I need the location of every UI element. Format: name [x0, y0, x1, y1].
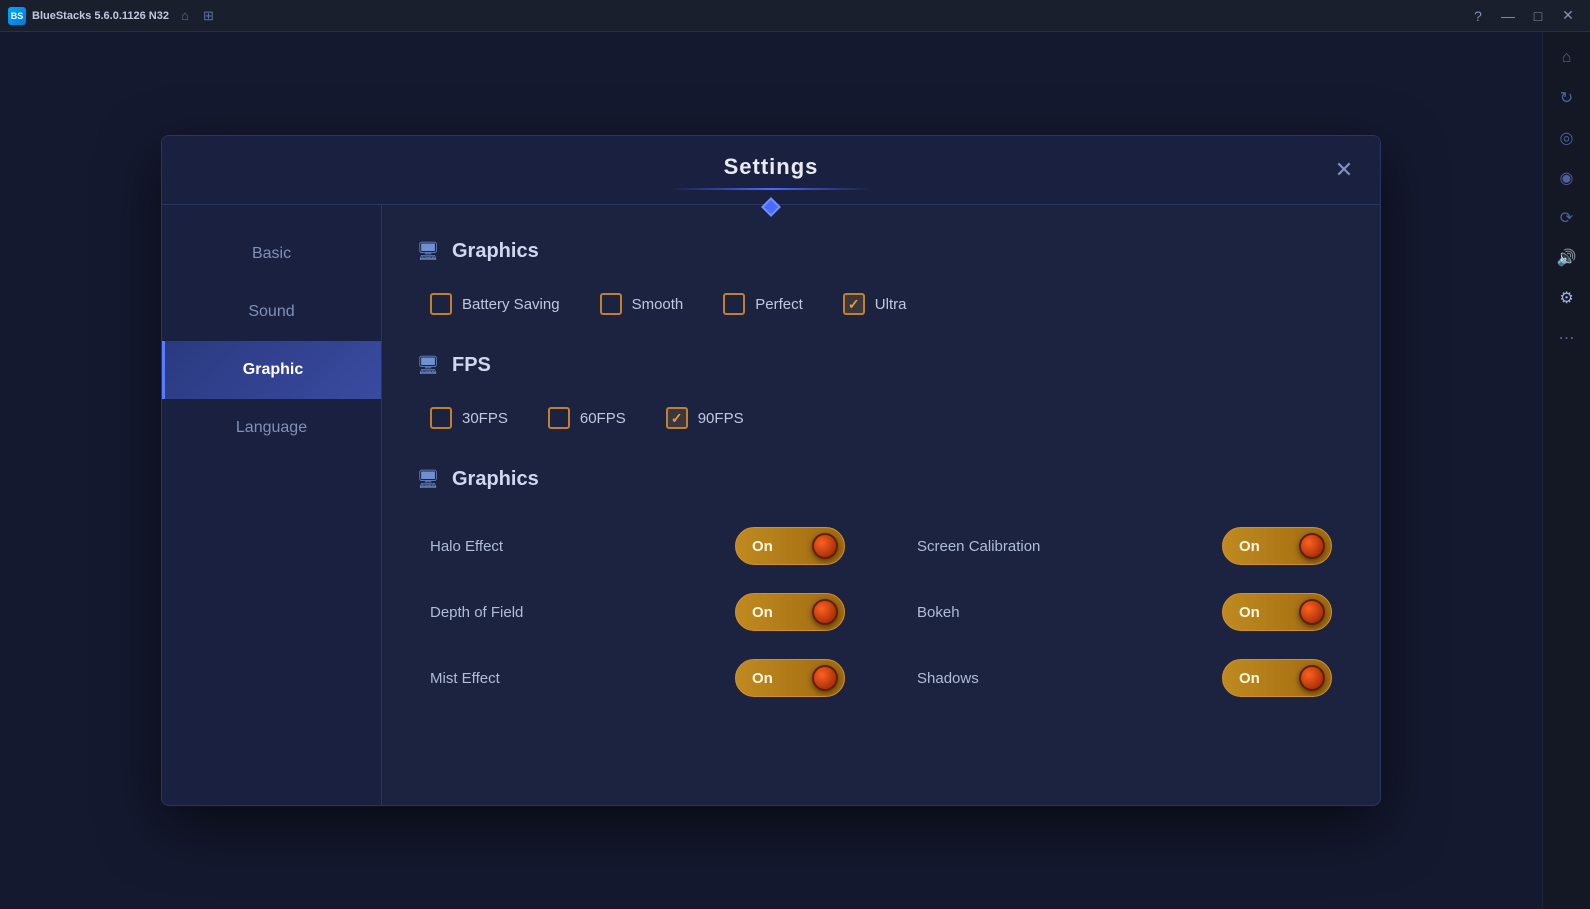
sidebar-more-icon[interactable]: ⋯ [1549, 320, 1585, 356]
fps-30-option[interactable]: 30FPS [430, 407, 508, 429]
taskbar: BS BlueStacks 5.6.0.1126 N32 ⌂ ⊞ ? — □ ✕ [0, 0, 1590, 32]
screen-calibration-row: Screen Calibration On [901, 513, 1348, 579]
halo-effect-toggle[interactable]: On [735, 527, 845, 565]
sidebar-volume-icon[interactable]: 🔊 [1549, 240, 1585, 276]
effects-toggles-grid: Halo Effect On Screen Calibration On [414, 513, 1348, 711]
fps-90-label: 90FPS [698, 410, 744, 427]
fps-options-row: 30FPS 60FPS 90FPS [414, 399, 1348, 437]
modal-header: Settings ✕ [162, 136, 1380, 205]
screen-calibration-toggle[interactable]: On [1222, 527, 1332, 565]
halo-effect-toggle-knob [812, 533, 838, 559]
effects-icon: 🖥 [414, 465, 442, 493]
settings-modal: Settings ✕ Basic Sound Graphic Language … [161, 135, 1381, 806]
bokeh-toggle-text: On [1239, 604, 1260, 621]
app-title: BlueStacks 5.6.0.1126 N32 [32, 10, 169, 22]
screen-calibration-toggle-text: On [1239, 538, 1260, 555]
modal-title: Settings [724, 154, 819, 179]
bluestacks-icon: BS [8, 7, 26, 25]
screen-calibration-toggle-knob [1299, 533, 1325, 559]
restore-button[interactable]: □ [1524, 2, 1552, 30]
modal-content: 🖥 Graphics Battery Saving Smooth Perfect [382, 205, 1380, 805]
halo-effect-label: Halo Effect [430, 538, 503, 555]
modal-nav: Basic Sound Graphic Language [162, 205, 382, 805]
fps-60-checkbox[interactable] [548, 407, 570, 429]
graphics-section-header: 🖥 Graphics [414, 237, 1348, 265]
mist-effect-toggle-text: On [752, 670, 773, 687]
sidebar-settings-icon[interactable]: ⚙ [1549, 280, 1585, 316]
ultra-option[interactable]: Ultra [843, 293, 907, 315]
window-controls: ? — □ ✕ [1464, 2, 1582, 30]
minimize-button[interactable]: — [1494, 2, 1522, 30]
shadows-row: Shadows On [901, 645, 1348, 711]
mist-effect-label: Mist Effect [430, 670, 500, 687]
header-line [671, 188, 871, 190]
right-sidebar: ⌂ ↻ ◎ ◉ ⟳ 🔊 ⚙ ⋯ [1542, 32, 1590, 909]
modal-body: Basic Sound Graphic Language 🖥 Graphics … [162, 205, 1380, 805]
nav-item-basic[interactable]: Basic [162, 225, 381, 283]
fps-60-option[interactable]: 60FPS [548, 407, 626, 429]
battery-saving-checkbox[interactable] [430, 293, 452, 315]
halo-effect-toggle-text: On [752, 538, 773, 555]
graphics-options-row: Battery Saving Smooth Perfect Ultra [414, 285, 1348, 323]
help-button[interactable]: ? [1464, 2, 1492, 30]
nav-item-sound[interactable]: Sound [162, 283, 381, 341]
fps-section-title: FPS [452, 354, 491, 377]
app-logo: BS BlueStacks 5.6.0.1126 N32 [8, 7, 169, 25]
nav-item-language[interactable]: Language [162, 399, 381, 457]
graphics-section-title: Graphics [452, 240, 539, 263]
shadows-toggle-text: On [1239, 670, 1260, 687]
halo-effect-row: Halo Effect On [414, 513, 861, 579]
mist-effect-toggle[interactable]: On [735, 659, 845, 697]
close-button[interactable]: ✕ [1554, 2, 1582, 30]
shadows-toggle[interactable]: On [1222, 659, 1332, 697]
multi-icon[interactable]: ⊞ [203, 8, 219, 24]
sidebar-refresh-icon[interactable]: ↻ [1549, 80, 1585, 116]
smooth-option[interactable]: Smooth [600, 293, 684, 315]
ultra-checkbox[interactable] [843, 293, 865, 315]
nav-item-graphic[interactable]: Graphic [162, 341, 381, 399]
bokeh-row: Bokeh On [901, 579, 1348, 645]
depth-of-field-toggle[interactable]: On [735, 593, 845, 631]
sidebar-home-icon[interactable]: ⌂ [1549, 40, 1585, 76]
sidebar-circle-icon[interactable]: ◎ [1549, 120, 1585, 156]
fps-90-option[interactable]: 90FPS [666, 407, 744, 429]
depth-of-field-row: Depth of Field On [414, 579, 861, 645]
main-area: Settings ✕ Basic Sound Graphic Language … [0, 32, 1542, 909]
fps-60-label: 60FPS [580, 410, 626, 427]
home-icon[interactable]: ⌂ [181, 8, 197, 24]
sidebar-rotate-icon[interactable]: ⟳ [1549, 200, 1585, 236]
sidebar-target-icon[interactable]: ◉ [1549, 160, 1585, 196]
screen-calibration-label: Screen Calibration [917, 538, 1040, 555]
bokeh-label: Bokeh [917, 604, 960, 621]
perfect-label: Perfect [755, 296, 803, 313]
modal-close-button[interactable]: ✕ [1328, 154, 1360, 186]
ultra-label: Ultra [875, 296, 907, 313]
fps-icon: 🖥 [414, 351, 442, 379]
battery-saving-option[interactable]: Battery Saving [430, 293, 560, 315]
fps-30-label: 30FPS [462, 410, 508, 427]
shadows-toggle-knob [1299, 665, 1325, 691]
graphics-icon: 🖥 [414, 237, 442, 265]
effects-section-header: 🖥 Graphics [414, 465, 1348, 493]
mist-effect-row: Mist Effect On [414, 645, 861, 711]
smooth-label: Smooth [632, 296, 684, 313]
effects-section-title: Graphics [452, 468, 539, 491]
mist-effect-toggle-knob [812, 665, 838, 691]
perfect-checkbox[interactable] [723, 293, 745, 315]
perfect-option[interactable]: Perfect [723, 293, 803, 315]
taskbar-icons: ⌂ ⊞ [181, 8, 219, 24]
battery-saving-label: Battery Saving [462, 296, 560, 313]
fps-section-header: 🖥 FPS [414, 351, 1348, 379]
shadows-label: Shadows [917, 670, 979, 687]
depth-of-field-toggle-text: On [752, 604, 773, 621]
depth-of-field-label: Depth of Field [430, 604, 523, 621]
bokeh-toggle[interactable]: On [1222, 593, 1332, 631]
fps-90-checkbox[interactable] [666, 407, 688, 429]
bokeh-toggle-knob [1299, 599, 1325, 625]
smooth-checkbox[interactable] [600, 293, 622, 315]
fps-30-checkbox[interactable] [430, 407, 452, 429]
depth-of-field-toggle-knob [812, 599, 838, 625]
